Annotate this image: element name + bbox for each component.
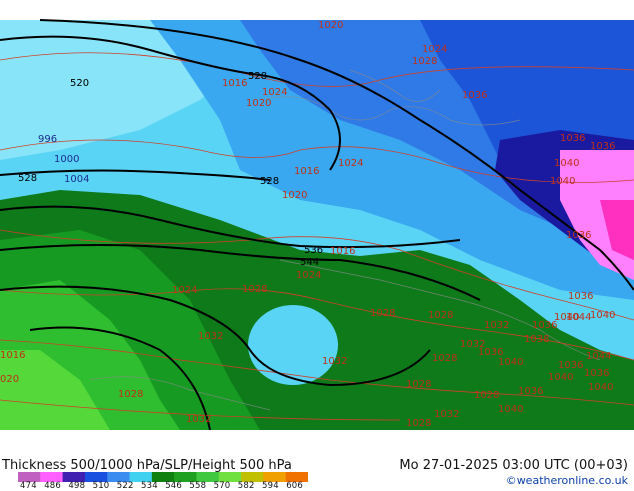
slp-label: 1040 <box>590 310 615 321</box>
slp-label: 1040 <box>548 372 573 383</box>
slp-label: 1016 <box>0 350 25 361</box>
slp-label: 1040 <box>588 382 613 393</box>
slp-label: 1032 <box>322 356 347 367</box>
map-title: Thickness 500/1000 hPa/SLP/Height 500 hP… <box>2 458 292 473</box>
slp-label: 1040 <box>554 158 579 169</box>
slp-label: 1040 <box>498 357 523 368</box>
slp-label: 1036 <box>566 230 591 241</box>
field-cyan-blob <box>248 305 338 385</box>
slp-label: 1038 <box>524 334 549 345</box>
credit-link[interactable]: ©weatheronline.co.uk <box>506 474 628 487</box>
height-label: 536 <box>304 245 323 256</box>
height-label: 520 <box>70 78 89 89</box>
slp-label: 1028 <box>406 379 431 390</box>
slp-label: 1044 <box>586 351 611 362</box>
slp-label: 1028 <box>406 418 431 429</box>
slp-label: 1024 <box>338 158 363 169</box>
height-label: 544 <box>300 257 319 268</box>
slp-label: 1024 <box>172 285 197 296</box>
slp-label: 1036 <box>590 141 615 152</box>
slp-label: 1024 <box>296 270 321 281</box>
slp-label: 1028 <box>370 308 395 319</box>
slp-label: 1028 <box>118 389 143 400</box>
slp-label: 1040 <box>498 404 523 415</box>
slp-label: 020 <box>0 374 19 385</box>
slp-label: 1020 <box>318 20 343 31</box>
slp-label: 1040 <box>550 176 575 187</box>
slp-label: 1032 <box>198 331 223 342</box>
slp-label: 1032 <box>186 414 211 425</box>
slp-label: 1016 <box>222 78 247 89</box>
weather-map: 1020 1024 1028 1016 1020 1024 1036 1036 … <box>0 0 634 430</box>
footer: Thickness 500/1000 hPa/SLP/Height 500 hP… <box>0 430 634 491</box>
height-label: 528 <box>248 71 267 82</box>
slp-label: 1004 <box>64 174 89 185</box>
height-label: 528 <box>18 173 37 184</box>
slp-label: 1020 <box>246 98 271 109</box>
slp-label: 1036 <box>584 368 609 379</box>
slp-label: 996 <box>38 134 57 145</box>
slp-label: 1036 <box>518 386 543 397</box>
slp-label: 1044 <box>566 312 591 323</box>
slp-label: 1028 <box>242 284 267 295</box>
map-datetime: Mo 27-01-2025 03:00 UTC (00+03) <box>399 458 628 473</box>
height-label: 528 <box>260 176 279 187</box>
slp-label: 1036 <box>560 133 585 144</box>
slp-label: 1036 <box>568 291 593 302</box>
slp-label: 1016 <box>294 166 319 177</box>
slp-label: 1032 <box>434 409 459 420</box>
slp-label: 1028 <box>428 310 453 321</box>
slp-label: 1036 <box>462 90 487 101</box>
slp-label: 1028 <box>432 353 457 364</box>
slp-label: 1000 <box>54 154 79 165</box>
slp-label: 1024 <box>422 44 447 55</box>
slp-label: 1036 <box>558 360 583 371</box>
slp-label: 1024 <box>262 87 287 98</box>
slp-label: 1032 <box>484 320 509 331</box>
slp-label: 1028 <box>474 390 499 401</box>
slp-label: 1020 <box>282 190 307 201</box>
slp-label: 1028 <box>412 56 437 67</box>
